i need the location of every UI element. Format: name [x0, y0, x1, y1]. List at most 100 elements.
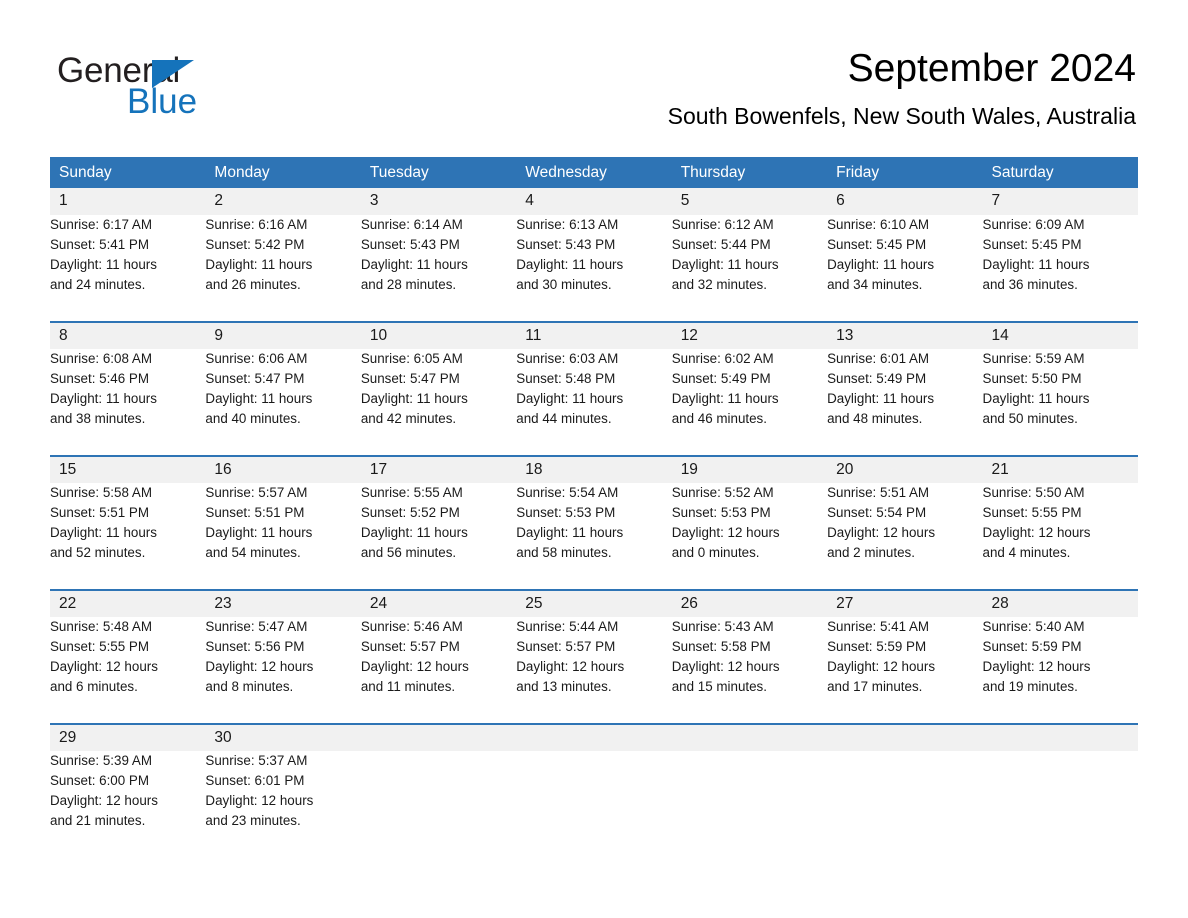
date-band-cell[interactable]: 6: [827, 188, 983, 215]
day-cell-empty: [360, 751, 517, 858]
general-blue-logo: General Blue: [57, 52, 277, 122]
day-cell[interactable]: Sunrise: 6:05 AM Sunset: 5:47 PM Dayligh…: [360, 349, 517, 456]
daylight-text-line2: and 21 minutes.: [50, 813, 146, 829]
day-cell[interactable]: Sunrise: 5:55 AM Sunset: 5:52 PM Dayligh…: [360, 483, 517, 590]
daylight-text-line1: Daylight: 11 hours: [982, 257, 1090, 273]
date-band-cell[interactable]: 13: [827, 321, 983, 349]
date-band-cell[interactable]: 10: [360, 321, 517, 349]
sunrise-text: Sunrise: 6:17 AM: [50, 217, 152, 232]
date-band-cell[interactable]: 17: [360, 455, 517, 483]
date-band-cell[interactable]: 23: [205, 589, 361, 617]
daylight-text-line2: and 38 minutes.: [50, 411, 146, 427]
day-cell[interactable]: Sunrise: 5:48 AM Sunset: 5:55 PM Dayligh…: [50, 617, 206, 724]
date-band-cell[interactable]: 8: [50, 321, 206, 349]
day-cell[interactable]: Sunrise: 6:06 AM Sunset: 5:47 PM Dayligh…: [205, 349, 361, 456]
day-cell[interactable]: Sunrise: 5:50 AM Sunset: 5:55 PM Dayligh…: [982, 483, 1138, 590]
date-band-cell[interactable]: 22: [50, 589, 206, 617]
sunset-text: Sunset: 5:52 PM: [360, 505, 460, 521]
daylight-text-line2: and 6 minutes.: [50, 679, 138, 695]
date-band-cell[interactable]: 3: [360, 188, 517, 215]
day-cell[interactable]: Sunrise: 6:16 AM Sunset: 5:42 PM Dayligh…: [205, 215, 361, 322]
day-cell-empty: [516, 751, 672, 858]
day-cell[interactable]: Sunrise: 5:41 AM Sunset: 5:59 PM Dayligh…: [827, 617, 983, 724]
date-band-cell[interactable]: 20: [827, 455, 983, 483]
daylight-text-line1: Daylight: 12 hours: [671, 659, 780, 675]
daylight-text-line2: and 28 minutes.: [360, 277, 457, 293]
daylight-text-line1: Daylight: 12 hours: [982, 659, 1091, 675]
daylight-text-line1: Daylight: 11 hours: [827, 391, 935, 407]
daylight-text-line2: and 40 minutes.: [205, 411, 301, 427]
day-cell[interactable]: Sunrise: 6:14 AM Sunset: 5:43 PM Dayligh…: [360, 215, 517, 322]
day-cell[interactable]: Sunrise: 6:03 AM Sunset: 5:48 PM Dayligh…: [516, 349, 672, 456]
day-cell[interactable]: Sunrise: 6:02 AM Sunset: 5:49 PM Dayligh…: [671, 349, 828, 456]
calendar-page: General Blue September 2024 South Bowenf…: [0, 0, 1188, 918]
date-band-cell[interactable]: 5: [671, 188, 828, 215]
week-row-date-band: 1 2 3 4 5 6 7: [50, 188, 1138, 215]
date-band-cell[interactable]: 7: [982, 188, 1138, 215]
date-band-cell[interactable]: 12: [671, 321, 828, 349]
day-cell[interactable]: Sunrise: 6:17 AM Sunset: 5:41 PM Dayligh…: [50, 215, 206, 322]
daylight-text-line2: and 17 minutes.: [827, 679, 923, 695]
date-band-cell[interactable]: 14: [982, 321, 1138, 349]
day-cell[interactable]: Sunrise: 5:44 AM Sunset: 5:57 PM Dayligh…: [516, 617, 672, 724]
date-band-cell[interactable]: 29: [50, 723, 206, 751]
date-band-cell[interactable]: 21: [982, 455, 1138, 483]
day-cell[interactable]: Sunrise: 6:12 AM Sunset: 5:44 PM Dayligh…: [671, 215, 828, 322]
daylight-text-line2: and 48 minutes.: [827, 411, 923, 427]
day-number: 30: [214, 729, 232, 746]
day-cell[interactable]: Sunrise: 6:13 AM Sunset: 5:43 PM Dayligh…: [516, 215, 672, 322]
date-band-cell[interactable]: 18: [516, 455, 672, 483]
title-block: September 2024 South Bowenfels, New Sout…: [668, 46, 1136, 130]
day-cell[interactable]: Sunrise: 5:52 AM Sunset: 5:53 PM Dayligh…: [671, 483, 828, 590]
date-band-cell[interactable]: 4: [516, 188, 672, 215]
sunrise-text: Sunrise: 6:13 AM: [516, 217, 619, 232]
date-band-cell-empty: [671, 723, 828, 751]
daylight-text-line2: and 26 minutes.: [205, 277, 301, 293]
date-band-cell[interactable]: 15: [50, 455, 206, 483]
date-band-cell[interactable]: 26: [671, 589, 828, 617]
day-cell[interactable]: Sunrise: 6:08 AM Sunset: 5:46 PM Dayligh…: [50, 349, 206, 456]
daylight-text-line1: Daylight: 11 hours: [205, 257, 313, 273]
sunset-text: Sunset: 5:49 PM: [671, 371, 771, 387]
day-cell[interactable]: Sunrise: 5:58 AM Sunset: 5:51 PM Dayligh…: [50, 483, 206, 590]
day-number: 8: [59, 327, 68, 344]
day-cell[interactable]: Sunrise: 5:46 AM Sunset: 5:57 PM Dayligh…: [360, 617, 517, 724]
daylight-text-line2: and 42 minutes.: [360, 411, 457, 427]
day-cell[interactable]: Sunrise: 6:10 AM Sunset: 5:45 PM Dayligh…: [827, 215, 983, 322]
sunrise-text: Sunrise: 5:54 AM: [516, 485, 619, 500]
date-band-cell[interactable]: 24: [360, 589, 517, 617]
date-band-cell[interactable]: 2: [205, 188, 361, 215]
daylight-text-line2: and 11 minutes.: [360, 679, 456, 695]
day-number: 7: [991, 192, 1001, 209]
date-band-cell[interactable]: 16: [205, 455, 361, 483]
day-cell[interactable]: Sunrise: 6:01 AM Sunset: 5:49 PM Dayligh…: [827, 349, 983, 456]
day-cell[interactable]: Sunrise: 5:54 AM Sunset: 5:53 PM Dayligh…: [516, 483, 672, 590]
date-band-cell[interactable]: 25: [516, 589, 672, 617]
date-band-cell[interactable]: 11: [516, 321, 672, 349]
day-cell[interactable]: Sunrise: 6:09 AM Sunset: 5:45 PM Dayligh…: [982, 215, 1138, 322]
day-cell[interactable]: Sunrise: 5:43 AM Sunset: 5:58 PM Dayligh…: [671, 617, 828, 724]
sunset-text: Sunset: 5:59 PM: [982, 639, 1082, 655]
week-row-date-band: 8 9 10 11 12 13 14: [50, 321, 1138, 349]
day-number: 18: [525, 461, 543, 478]
day-number: 17: [369, 461, 388, 478]
day-cell-empty: [827, 751, 983, 858]
day-cell[interactable]: Sunrise: 5:59 AM Sunset: 5:50 PM Dayligh…: [982, 349, 1138, 456]
day-cell[interactable]: Sunrise: 5:47 AM Sunset: 5:56 PM Dayligh…: [205, 617, 361, 724]
date-band-cell[interactable]: 30: [205, 723, 361, 751]
date-band-cell[interactable]: 1: [50, 188, 206, 215]
date-band-cell[interactable]: 19: [671, 455, 828, 483]
date-band-cell[interactable]: 27: [827, 589, 983, 617]
daylight-text-line2: and 15 minutes.: [671, 679, 767, 695]
sunset-text: Sunset: 5:41 PM: [50, 237, 149, 253]
date-band-cell[interactable]: 9: [205, 321, 361, 349]
daylight-text-line1: Daylight: 11 hours: [516, 525, 624, 541]
day-cell[interactable]: Sunrise: 5:37 AM Sunset: 6:01 PM Dayligh…: [205, 751, 361, 858]
sunrise-text: Sunrise: 5:37 AM: [205, 753, 308, 768]
daylight-text-line1: Daylight: 11 hours: [360, 525, 468, 541]
day-cell[interactable]: Sunrise: 5:51 AM Sunset: 5:54 PM Dayligh…: [827, 483, 983, 590]
day-cell[interactable]: Sunrise: 5:40 AM Sunset: 5:59 PM Dayligh…: [982, 617, 1138, 724]
day-cell[interactable]: Sunrise: 5:57 AM Sunset: 5:51 PM Dayligh…: [205, 483, 361, 590]
day-cell[interactable]: Sunrise: 5:39 AM Sunset: 6:00 PM Dayligh…: [50, 751, 206, 858]
date-band-cell[interactable]: 28: [982, 589, 1138, 617]
